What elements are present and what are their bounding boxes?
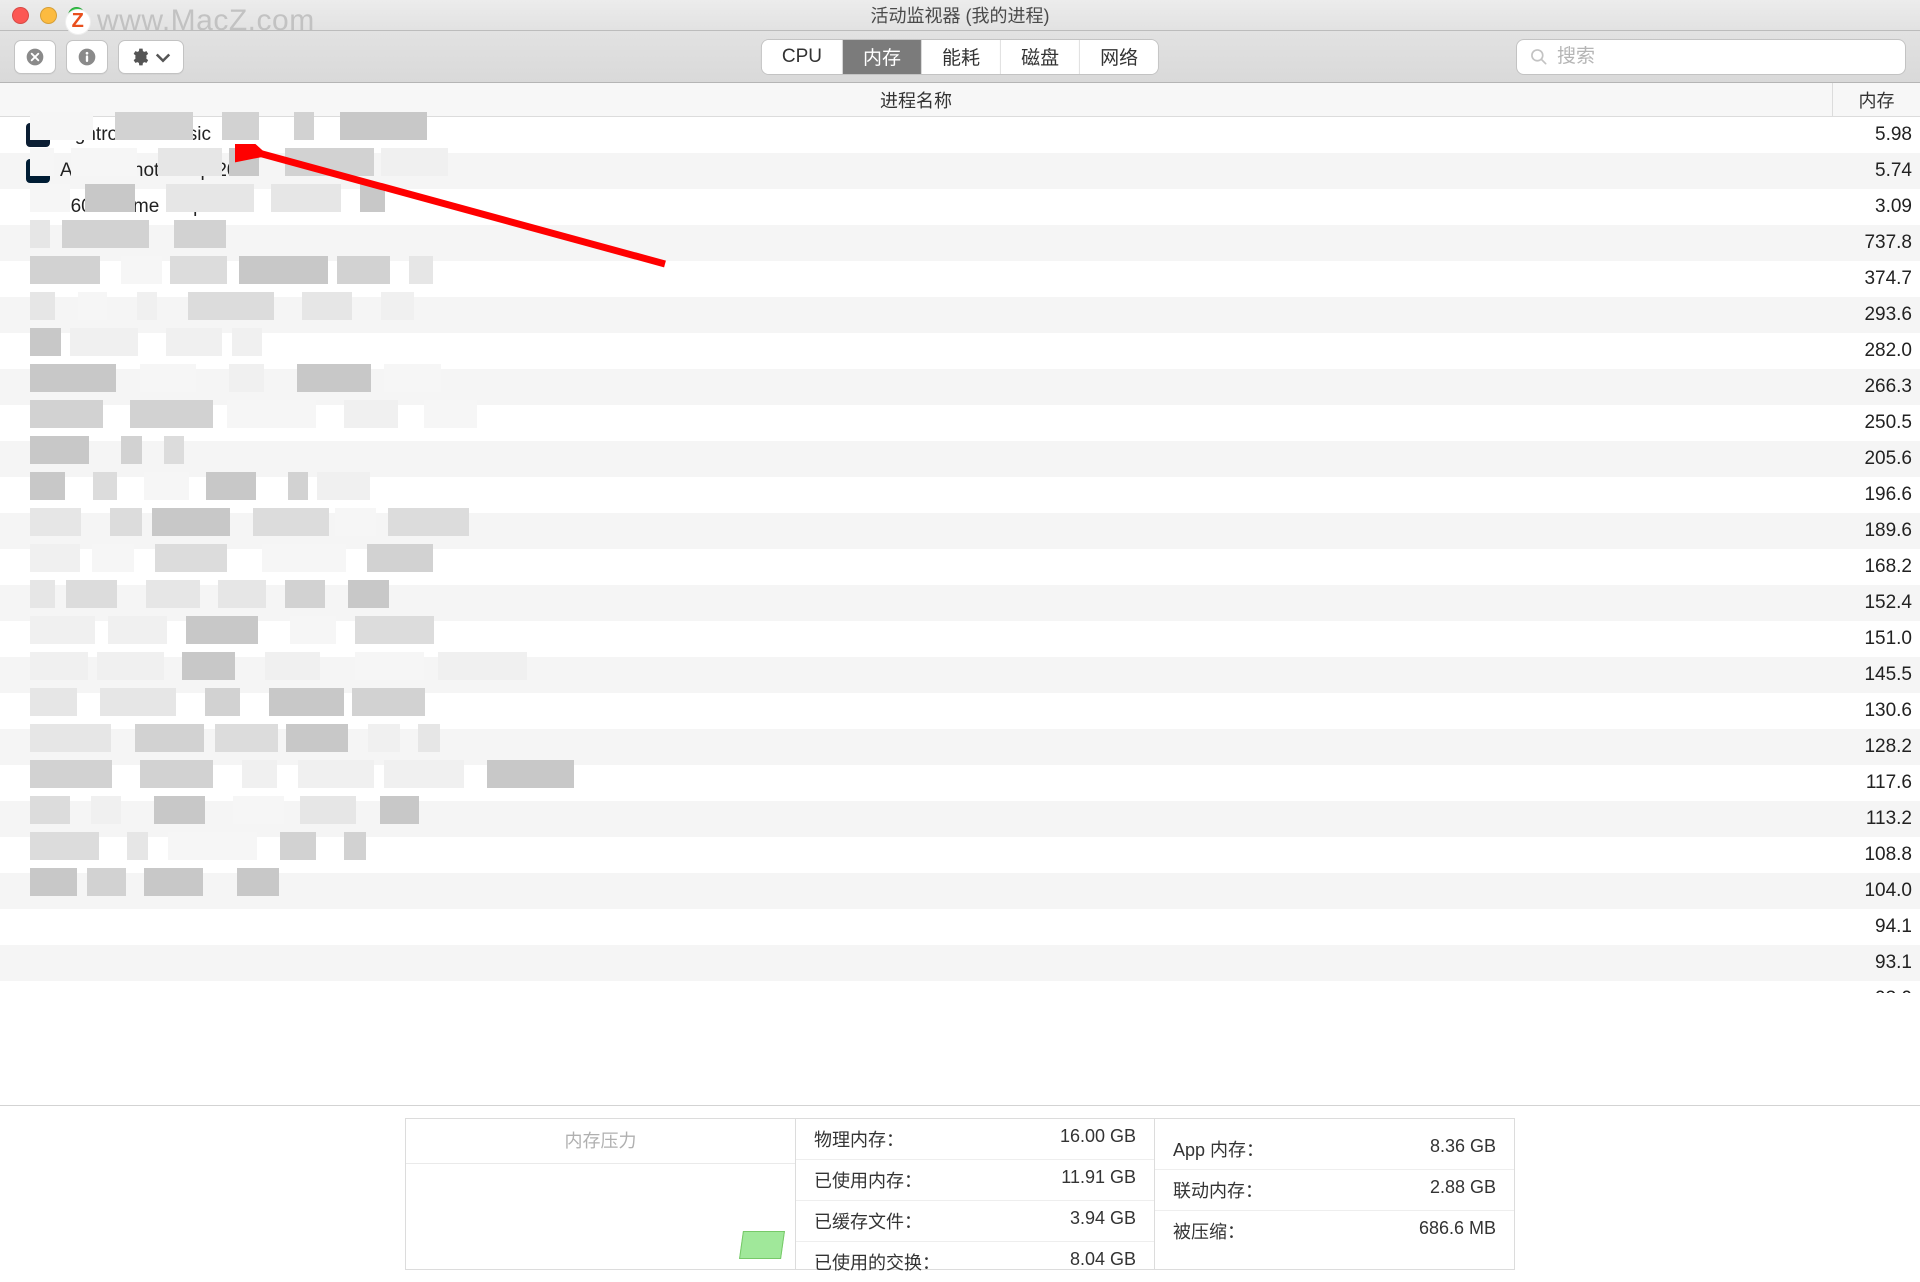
table-row[interactable]: 266.3: [0, 369, 1920, 405]
process-memory: 3.09: [1832, 196, 1920, 218]
process-memory: 282.0: [1832, 340, 1920, 362]
process-name: Adobe Photoshop 2021: [60, 160, 1832, 182]
table-row[interactable]: Lrc Lightroom Classic5.98: [0, 117, 1920, 153]
table-row[interactable]: 93.0: [0, 981, 1920, 993]
process-memory: 108.8: [1832, 844, 1920, 866]
stat-row: 物理内存：16.00 GB: [796, 1119, 1154, 1160]
titlebar: 活动监视器 (我的进程): [0, 0, 1920, 31]
tab-cpu[interactable]: CPU: [762, 40, 843, 74]
column-header-name[interactable]: 进程名称: [0, 83, 1832, 116]
process-memory: 189.6: [1832, 520, 1920, 542]
process-memory: 250.5: [1832, 412, 1920, 434]
tab-energy[interactable]: 能耗: [922, 40, 1001, 74]
table-row[interactable]: 104.0: [0, 873, 1920, 909]
gear-icon: [129, 47, 149, 67]
process-memory: 93.1: [1832, 952, 1920, 974]
table-row[interactable]: 205.6: [0, 441, 1920, 477]
process-memory: 145.5: [1832, 664, 1920, 686]
table-row[interactable]: 130.6: [0, 693, 1920, 729]
tab-segmented-control: CPU 内存 能耗 磁盘 网络: [761, 39, 1159, 75]
stop-process-button[interactable]: [14, 40, 56, 74]
table-row[interactable]: 113.2: [0, 801, 1920, 837]
close-window-button[interactable]: [12, 7, 29, 24]
app-icon: Ps: [26, 159, 50, 183]
table-row[interactable]: 374.7: [0, 261, 1920, 297]
process-memory: 205.6: [1832, 448, 1920, 470]
memory-pressure-panel: 内存压力: [405, 1118, 795, 1270]
column-header-memory[interactable]: 内存: [1832, 83, 1920, 116]
memory-stats-panel-2: App 内存：8.36 GB联动内存：2.88 GB被压缩：686.6 MB: [1155, 1118, 1515, 1270]
table-row[interactable]: 282.0: [0, 333, 1920, 369]
tab-memory[interactable]: 内存: [843, 40, 922, 74]
table-row[interactable]: 293.6: [0, 297, 1920, 333]
table-row[interactable]: 94.1: [0, 909, 1920, 945]
toolbar: CPU 内存 能耗 磁盘 网络: [0, 31, 1920, 83]
minimize-window-button[interactable]: [40, 7, 57, 24]
table-row[interactable]: 93.1: [0, 945, 1920, 981]
table-row[interactable]: 360Chrome Helper3.09: [0, 189, 1920, 225]
table-row[interactable]: 151.0: [0, 621, 1920, 657]
stat-row: App 内存：8.36 GB: [1155, 1129, 1514, 1170]
tab-network[interactable]: 网络: [1080, 40, 1158, 74]
process-memory: 113.2: [1832, 808, 1920, 830]
table-row[interactable]: 196.6: [0, 477, 1920, 513]
process-memory: 5.74: [1832, 160, 1920, 182]
settings-menu-button[interactable]: [118, 40, 184, 74]
process-memory: 152.4: [1832, 592, 1920, 614]
process-memory: 151.0: [1832, 628, 1920, 650]
process-name: Lightroom Classic: [60, 124, 1832, 146]
stat-row: 联动内存：2.88 GB: [1155, 1170, 1514, 1211]
process-name: 360Chrome Helper: [60, 196, 1832, 218]
pressure-graph-fill: [739, 1231, 785, 1259]
table-row[interactable]: 189.6: [0, 513, 1920, 549]
process-memory: 5.98: [1832, 124, 1920, 146]
table-row[interactable]: 117.6: [0, 765, 1920, 801]
chevron-down-icon: [153, 47, 173, 67]
stat-row: 已缓存文件：3.94 GB: [796, 1201, 1154, 1242]
process-memory: 104.0: [1832, 880, 1920, 902]
process-memory: 94.1: [1832, 916, 1920, 938]
table-header: 进程名称 内存: [0, 83, 1920, 117]
stop-icon: [25, 47, 45, 67]
search-input[interactable]: [1557, 46, 1893, 68]
window-title: 活动监视器 (我的进程): [871, 2, 1050, 28]
app-icon: Lrc: [26, 123, 50, 147]
search-icon: [1529, 47, 1549, 67]
traffic-lights: [12, 7, 85, 24]
process-memory: 374.7: [1832, 268, 1920, 290]
fullscreen-window-button[interactable]: [68, 7, 85, 24]
process-memory: 117.6: [1832, 772, 1920, 794]
process-memory: 168.2: [1832, 556, 1920, 578]
process-memory: 266.3: [1832, 376, 1920, 398]
table-row[interactable]: Ps Adobe Photoshop 20215.74: [0, 153, 1920, 189]
process-memory: 737.8: [1832, 232, 1920, 254]
table-row[interactable]: 128.2: [0, 729, 1920, 765]
info-icon: [77, 47, 97, 67]
stat-row: 已使用的交换：8.04 GB: [796, 1242, 1154, 1282]
table-row[interactable]: 108.8: [0, 837, 1920, 873]
stat-row: 被压缩：686.6 MB: [1155, 1211, 1514, 1251]
info-button[interactable]: [66, 40, 108, 74]
toolbar-left: [14, 40, 184, 74]
table-row[interactable]: 737.8: [0, 225, 1920, 261]
process-memory: 293.6: [1832, 304, 1920, 326]
search-field[interactable]: [1516, 39, 1906, 75]
process-memory: 196.6: [1832, 484, 1920, 506]
process-memory: 130.6: [1832, 700, 1920, 722]
stat-row: 已使用内存：11.91 GB: [796, 1160, 1154, 1201]
footer-stats: 内存压力 物理内存：16.00 GB已使用内存：11.91 GB已缓存文件：3.…: [0, 1105, 1920, 1280]
process-memory: 128.2: [1832, 736, 1920, 758]
tab-disk[interactable]: 磁盘: [1001, 40, 1080, 74]
table-row[interactable]: 145.5: [0, 657, 1920, 693]
memory-stats-panel-1: 物理内存：16.00 GB已使用内存：11.91 GB已缓存文件：3.94 GB…: [795, 1118, 1155, 1270]
process-memory: 93.0: [1832, 988, 1920, 993]
process-list[interactable]: Lrc Lightroom Classic5.98 Ps Adobe Photosho…: [0, 117, 1920, 993]
table-row[interactable]: 168.2: [0, 549, 1920, 585]
table-row[interactable]: 152.4: [0, 585, 1920, 621]
memory-pressure-graph: [418, 1219, 783, 1259]
memory-pressure-label: 内存压力: [406, 1119, 795, 1164]
table-row[interactable]: 250.5: [0, 405, 1920, 441]
